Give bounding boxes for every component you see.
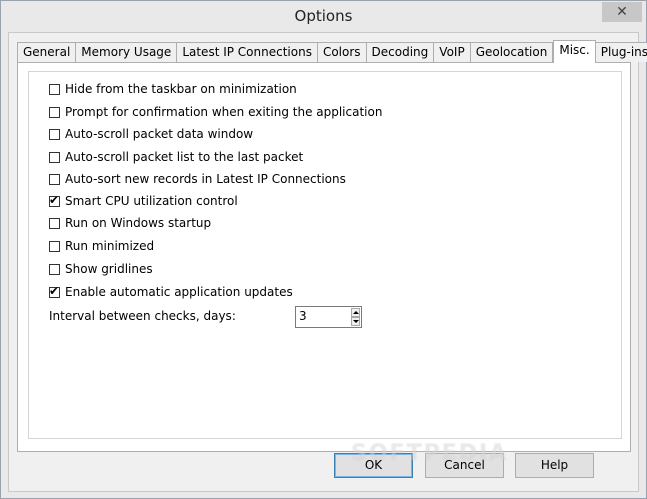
checkbox[interactable] xyxy=(49,217,60,229)
help-button[interactable]: Help xyxy=(515,453,594,478)
tab-geolocation[interactable]: Geolocation xyxy=(470,42,554,62)
close-icon: ✕ xyxy=(616,4,628,20)
tab-misc[interactable]: Misc. xyxy=(553,40,596,63)
checkbox[interactable] xyxy=(49,106,60,118)
option-run-on-startup[interactable]: Run on Windows startup xyxy=(49,214,211,232)
checkbox[interactable]: ✔ xyxy=(49,192,60,207)
misc-tab-panel: Hide from the taskbar on minimization Pr… xyxy=(17,62,631,452)
spin-up-arrow-icon[interactable] xyxy=(351,308,360,317)
option-hide-from-taskbar[interactable]: Hide from the taskbar on minimization xyxy=(49,80,297,98)
tab-decoding[interactable]: Decoding xyxy=(366,42,435,62)
interval-days-stepper[interactable]: 3 xyxy=(295,306,362,328)
options-dialog: Options ✕ General Memory Usage Latest IP… xyxy=(0,0,647,499)
tab-voip[interactable]: VoIP xyxy=(434,42,471,62)
softpedia-watermark: SOFTPEDIA xyxy=(351,441,509,466)
tab-plug-ins[interactable]: Plug-ins xyxy=(595,42,647,62)
option-label: Auto-sort new records in Latest IP Conne… xyxy=(65,172,346,186)
option-show-gridlines[interactable]: Show gridlines xyxy=(49,260,153,278)
option-label: Show gridlines xyxy=(65,262,153,276)
option-label: Auto-scroll packet list to the last pack… xyxy=(65,150,304,164)
checkbox[interactable] xyxy=(49,128,60,140)
option-smart-cpu[interactable]: ✔ Smart CPU utilization control xyxy=(49,192,238,210)
option-label: Auto-scroll packet data window xyxy=(65,127,254,141)
option-label: Run minimized xyxy=(65,239,155,253)
checkbox[interactable] xyxy=(49,240,60,252)
close-button[interactable]: ✕ xyxy=(602,2,642,22)
option-auto-scroll-packet-data[interactable]: Auto-scroll packet data window xyxy=(49,125,253,143)
option-auto-sort-records[interactable]: Auto-sort new records in Latest IP Conne… xyxy=(49,170,346,188)
tab-memory-usage[interactable]: Memory Usage xyxy=(76,42,178,62)
option-auto-updates[interactable]: ✔ Enable automatic application updates xyxy=(49,283,293,301)
checkbox[interactable] xyxy=(49,83,60,95)
spin-down-arrow-icon[interactable] xyxy=(351,317,360,326)
window-title: Options xyxy=(294,7,353,25)
title-bar[interactable]: Options ✕ xyxy=(1,1,646,32)
checkbox[interactable]: ✔ xyxy=(49,283,60,298)
option-label: Prompt for confirmation when exiting the… xyxy=(65,105,383,119)
checkbox[interactable] xyxy=(49,151,60,163)
checkmark-icon: ✔ xyxy=(49,192,60,207)
dialog-client-area: General Memory Usage Latest IP Connectio… xyxy=(8,32,647,492)
tab-latest-ip-connections[interactable]: Latest IP Connections xyxy=(177,42,318,62)
tab-colors[interactable]: Colors xyxy=(317,42,367,62)
interval-label: Interval between checks, days: xyxy=(49,309,236,323)
tab-general[interactable]: General xyxy=(17,42,77,62)
option-label: Run on Windows startup xyxy=(65,216,212,230)
checkmark-icon: ✔ xyxy=(49,283,60,298)
option-auto-scroll-packet-list[interactable]: Auto-scroll packet list to the last pack… xyxy=(49,148,303,166)
misc-options-group: Hide from the taskbar on minimization Pr… xyxy=(28,71,622,439)
interval-value[interactable]: 3 xyxy=(299,309,307,323)
option-label: Enable automatic application updates xyxy=(65,285,293,299)
checkbox[interactable] xyxy=(49,263,60,275)
option-run-minimized[interactable]: Run minimized xyxy=(49,237,154,255)
option-label: Hide from the taskbar on minimization xyxy=(65,82,297,96)
checkbox[interactable] xyxy=(49,173,60,185)
option-prompt-exit[interactable]: Prompt for confirmation when exiting the… xyxy=(49,103,382,121)
option-label: Smart CPU utilization control xyxy=(65,194,238,208)
tab-strip: General Memory Usage Latest IP Connectio… xyxy=(17,40,647,63)
